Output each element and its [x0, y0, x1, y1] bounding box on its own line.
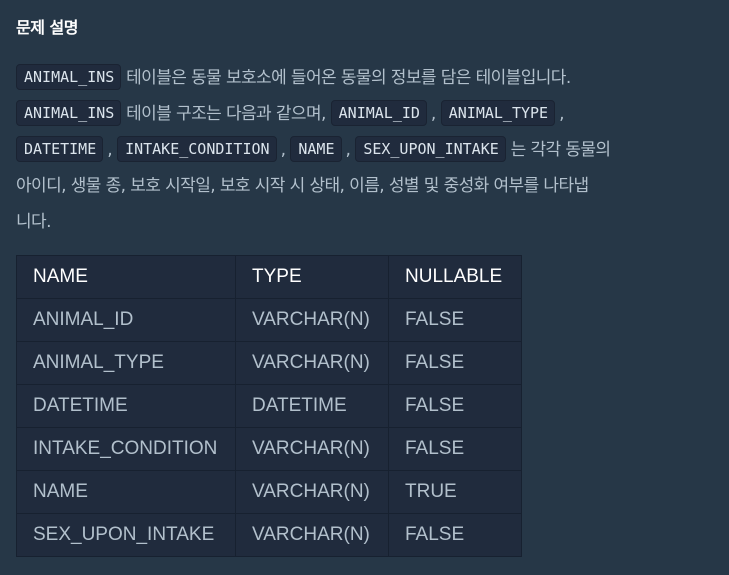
description-line-3: DATETIME, INTAKE_CONDITION, NAME, SEX_UPON_… [16, 132, 716, 168]
description-line-1: ANIMAL_INS 테이블은 동물 보호소에 들어온 동물의 정보를 담은 테… [16, 60, 716, 96]
cell-name: NAME [16, 470, 236, 514]
description-text: 테이블은 동물 보호소에 들어온 동물의 정보를 담은 테이블입니다. [126, 68, 571, 88]
table-row: ANIMAL_ID VARCHAR(N) FALSE [16, 298, 522, 342]
column-header-name: NAME [16, 255, 236, 299]
cell-name: ANIMAL_TYPE [16, 341, 236, 385]
cell-type: DATETIME [235, 384, 389, 428]
comma-separator: , [280, 140, 286, 160]
cell-type: VARCHAR(N) [235, 341, 389, 385]
comma-separator: , [345, 140, 351, 160]
cell-nullable: FALSE [388, 427, 522, 471]
code-chip-animal-ins: ANIMAL_INS [16, 100, 122, 126]
cell-type: VARCHAR(N) [235, 427, 389, 471]
cell-name: ANIMAL_ID [16, 298, 236, 342]
cell-name: SEX_UPON_INTAKE [16, 513, 236, 557]
table-row: NAME VARCHAR(N) TRUE [16, 470, 522, 514]
code-chip-animal-type: ANIMAL_TYPE [440, 100, 556, 126]
cell-nullable: FALSE [388, 298, 522, 342]
column-header-nullable: NULLABLE [388, 255, 522, 299]
table-row: DATETIME DATETIME FALSE [16, 384, 522, 428]
section-title: 문제 설명 [16, 18, 78, 37]
cell-nullable: TRUE [388, 470, 522, 514]
code-chip-animal-id: ANIMAL_ID [330, 100, 427, 126]
cell-type: VARCHAR(N) [235, 513, 389, 557]
schema-table: NAME TYPE NULLABLE ANIMAL_ID VARCHAR(N) … [16, 255, 522, 557]
comma-separator: , [430, 104, 436, 124]
code-chip-animal-ins: ANIMAL_INS [16, 64, 122, 90]
code-chip-name: NAME [290, 136, 342, 162]
cell-name: INTAKE_CONDITION [16, 427, 236, 471]
comma-separator: , [107, 140, 113, 160]
comma-separator: , [559, 104, 564, 124]
code-chip-datetime: DATETIME [16, 136, 104, 162]
description-line-2: ANIMAL_INS 테이블 구조는 다음과 같으며, ANIMAL_ID, AN… [16, 96, 716, 132]
table-row: SEX_UPON_INTAKE VARCHAR(N) FALSE [16, 513, 522, 557]
table-header-row: NAME TYPE NULLABLE [16, 255, 522, 299]
code-chip-sex-upon-intake: SEX_UPON_INTAKE [355, 136, 506, 162]
description-text: 테이블 구조는 다음과 같으며, [126, 104, 326, 124]
table-row: INTAKE_CONDITION VARCHAR(N) FALSE [16, 427, 522, 471]
problem-description: ANIMAL_INS 테이블은 동물 보호소에 들어온 동물의 정보를 담은 테… [16, 60, 716, 240]
column-header-type: TYPE [235, 255, 389, 299]
cell-nullable: FALSE [388, 384, 522, 428]
cell-name: DATETIME [16, 384, 236, 428]
cell-nullable: FALSE [388, 341, 522, 385]
cell-type: VARCHAR(N) [235, 470, 389, 514]
code-chip-intake-condition: INTAKE_CONDITION [117, 136, 277, 162]
description-text: 는 각각 동물의 [510, 140, 611, 160]
cell-type: VARCHAR(N) [235, 298, 389, 342]
cell-nullable: FALSE [388, 513, 522, 557]
description-line-5: 니다. [16, 212, 51, 232]
table-row: ANIMAL_TYPE VARCHAR(N) FALSE [16, 341, 522, 385]
description-line-4: 아이디, 생물 종, 보호 시작일, 보호 시작 시 상태, 이름, 성별 및 … [16, 176, 589, 196]
